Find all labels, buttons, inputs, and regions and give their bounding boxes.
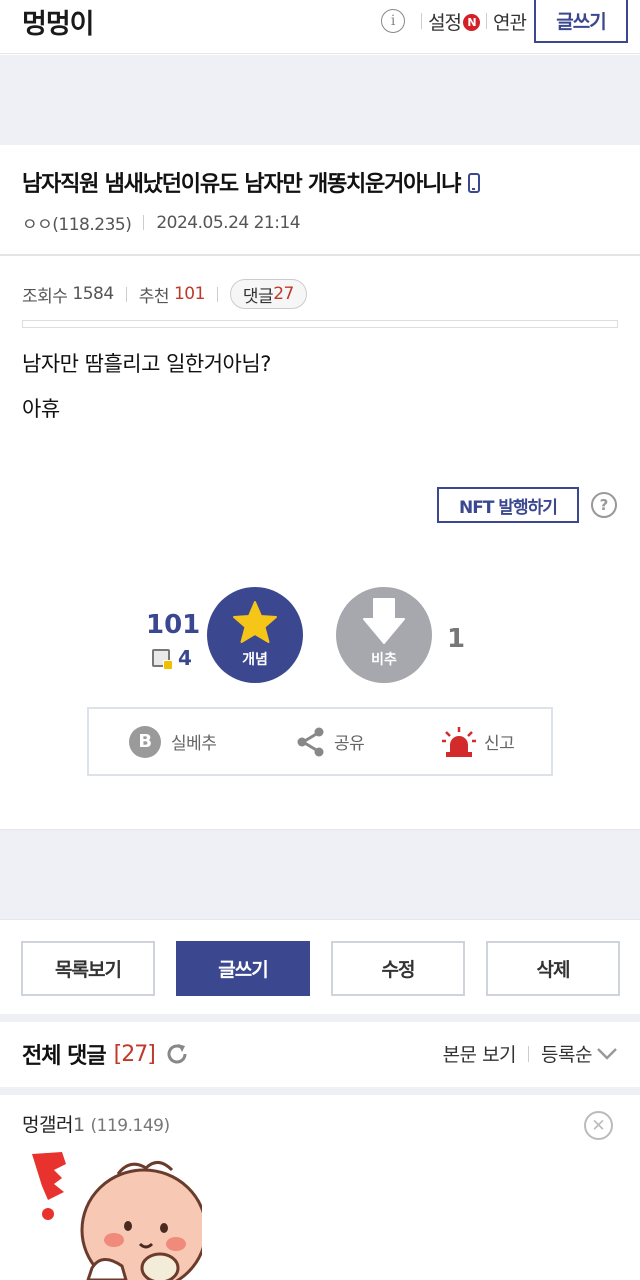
post-title: 남자직원 냄새났던이유도 남자만 개똥치운거아니냐 xyxy=(22,166,481,198)
related-link[interactable]: 연관 xyxy=(493,8,527,35)
write-button[interactable]: 글쓰기 xyxy=(176,941,310,996)
mobile-phone-icon xyxy=(468,173,481,193)
comments-total: [27] xyxy=(113,1041,156,1067)
comment-author[interactable]: 멍갤러1 (119.149) xyxy=(22,1110,170,1137)
dccon-sticker-image xyxy=(22,1148,202,1280)
refresh-icon[interactable] xyxy=(165,1042,189,1066)
new-badge: N xyxy=(463,13,481,31)
best-label: 실베추 xyxy=(171,734,217,754)
views-label: 조회수 xyxy=(22,286,68,307)
divider xyxy=(143,215,145,230)
section-divider xyxy=(0,1014,640,1022)
comment-author-number: 1 xyxy=(72,1114,85,1136)
comments-count: 27 xyxy=(273,284,294,304)
header-divider xyxy=(0,254,640,256)
comments-pill[interactable]: 댓글 27 xyxy=(229,279,307,309)
sort-select[interactable]: 등록순 xyxy=(541,1040,592,1067)
comment-options: 본문 보기 등록순 xyxy=(443,1040,618,1067)
post-author[interactable]: ㅇㅇ(118.235) xyxy=(22,210,132,235)
recommend-count: 101 xyxy=(173,284,205,304)
report-label: 신고 xyxy=(484,734,515,754)
help-icon[interactable]: ? xyxy=(591,492,617,518)
list-button[interactable]: 목록보기 xyxy=(21,941,155,996)
ad-band-2 xyxy=(0,829,640,920)
recommend-label: 추천 xyxy=(138,286,170,307)
ad-band xyxy=(0,55,640,145)
delete-button[interactable]: 삭제 xyxy=(486,941,620,996)
sticker-drawing xyxy=(32,1152,202,1280)
delete-comment-icon[interactable]: ✕ xyxy=(584,1111,613,1140)
best-b-icon: B xyxy=(129,725,161,758)
comment-author-name: 멍갤러 xyxy=(22,1114,73,1136)
info-icon[interactable]: i xyxy=(381,9,406,33)
post-datetime: 2024.05.24 21:14 xyxy=(156,212,301,233)
divider xyxy=(216,286,218,302)
best-recommend-button[interactable]: B 실베추 xyxy=(129,709,217,774)
section-divider xyxy=(0,1087,640,1095)
action-bar: B 실베추 공유 신고 xyxy=(87,707,553,776)
report-button[interactable]: 신고 xyxy=(442,709,515,774)
gallery-title[interactable]: 멍멍이 xyxy=(22,2,95,41)
share-button[interactable]: 공유 xyxy=(296,709,365,774)
post-stats: 조회수 1584 추천 101 댓글 27 xyxy=(22,278,307,310)
post-body-line: 아휴 xyxy=(22,397,60,421)
upvote-button[interactable]: 개념 xyxy=(207,587,303,683)
share-label: 공유 xyxy=(334,734,365,754)
comments-header: 전체 댓글 [27] xyxy=(22,1038,189,1070)
view-body-link[interactable]: 본문 보기 xyxy=(443,1040,517,1067)
up-count: 101 xyxy=(146,610,201,640)
top-bar: 멍멍이 i 설정 N 연관 글쓰기 xyxy=(0,0,640,54)
edit-button[interactable]: 수정 xyxy=(331,941,465,996)
top-menu: i 설정 N 연관 글쓰기 xyxy=(381,0,628,43)
siren-icon xyxy=(442,726,476,757)
settings-label: 설정 xyxy=(428,11,462,34)
settings-link[interactable]: 설정 N xyxy=(428,8,481,35)
chevron-down-icon[interactable] xyxy=(596,1047,618,1061)
arrow-down-icon xyxy=(363,598,405,644)
downvote-button[interactable]: 비추 xyxy=(336,587,432,683)
post-meta: ㅇㅇ(118.235) 2024.05.24 21:14 xyxy=(22,210,301,236)
comments-label: 댓글 xyxy=(242,286,274,307)
down-count: 1 xyxy=(447,624,466,654)
views-count: 1584 xyxy=(72,284,114,304)
star-icon xyxy=(233,601,277,643)
fix-count: 4 xyxy=(178,646,192,670)
write-button-top[interactable]: 글쓰기 xyxy=(534,0,628,43)
upvote-label: 개념 xyxy=(242,652,268,668)
content-top-border xyxy=(22,320,618,328)
downvote-label: 비추 xyxy=(371,652,397,668)
share-icon xyxy=(297,727,324,756)
divider xyxy=(486,13,488,29)
fix-recommend: 4 xyxy=(152,646,192,670)
nft-button[interactable]: NFT 발행하기 xyxy=(437,487,579,523)
comment-author-ip: (119.149) xyxy=(90,1116,171,1136)
divider xyxy=(528,1045,530,1062)
fixed-user-icon xyxy=(152,649,173,670)
post-body-line: 남자만 땀흘리고 일한거아님? xyxy=(22,352,271,376)
divider xyxy=(125,286,127,302)
comments-title: 전체 댓글 xyxy=(22,1044,107,1069)
post-title-text: 남자직원 냄새났던이유도 남자만 개똥치운거아니냐 xyxy=(22,172,461,197)
divider xyxy=(421,13,423,29)
